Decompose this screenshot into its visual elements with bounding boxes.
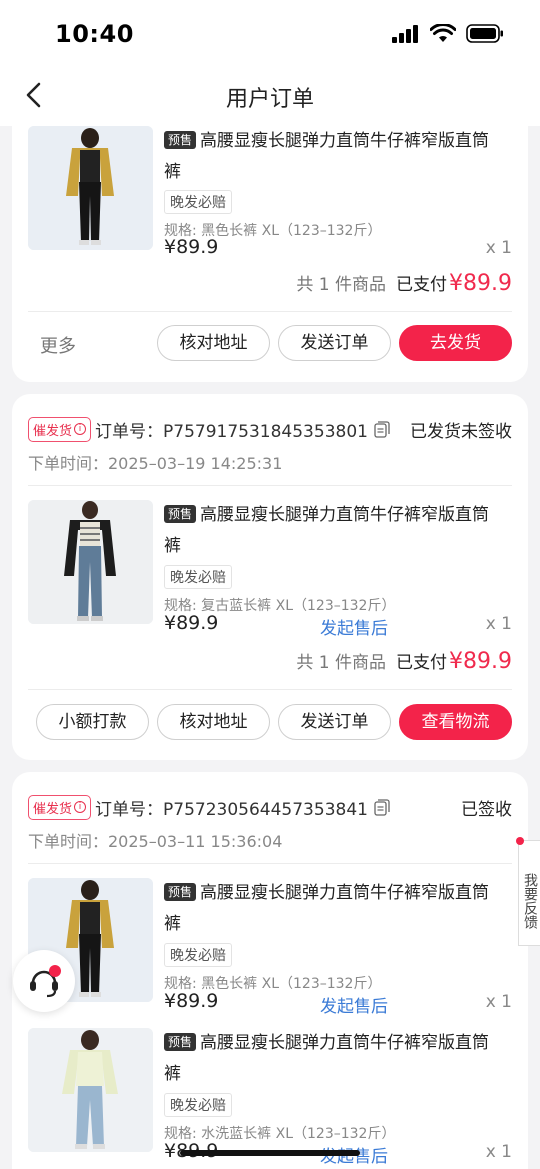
product-title[interactable]: 预售 高腰显瘦长腿弹力直筒牛仔裤窄版直筒裤 (164, 500, 504, 562)
product-qty: x 1 (485, 1142, 512, 1162)
feedback-tab[interactable]: 我要反馈 (518, 840, 540, 946)
product-title[interactable]: 预售 高腰显瘦长腿弹力直筒牛仔裤窄版直筒裤 (164, 1028, 504, 1090)
paid-label: 已支付 (396, 653, 448, 673)
product-price: ¥89.9 (164, 236, 219, 258)
order-time: 下单时间：2025–03–19 14:25:31 (28, 454, 283, 473)
status-bar: 10:40 (0, 0, 540, 66)
product-price: ¥89.9 (164, 990, 219, 1012)
order-actions: 小额打款 核对地址 发送订单 查看物流 (28, 704, 512, 740)
product-qty: x 1 (485, 614, 512, 634)
paid-label: 已支付 (396, 275, 448, 295)
presale-badge: 预售 (164, 883, 197, 901)
urge-shipping-tag[interactable]: 催发货 i (28, 416, 92, 442)
late-ship-guarantee-tag: 晚发必赔 (164, 1093, 232, 1117)
product-qty: x 1 (485, 992, 512, 1012)
product-qty: x 1 (485, 238, 512, 258)
page-title: 用户订单 (225, 87, 314, 112)
order-actions: 更多 核对地址 发送订单 去发货 (28, 325, 512, 361)
paid-total: ¥89.9 (449, 271, 512, 296)
verify-address-button[interactable]: 核对地址 (157, 325, 270, 361)
order-summary: 共 1 件商品 已支付 ¥89.9 (296, 648, 512, 674)
product-title[interactable]: 预售 高腰显瘦长腿弹力直筒牛仔裤窄版直筒裤 (164, 878, 504, 940)
late-ship-guarantee-tag: 晚发必赔 (164, 565, 232, 589)
product-title[interactable]: 预售 高腰显瘦长腿弹力直筒牛仔裤窄版直筒裤 (164, 126, 504, 188)
customer-service-button[interactable] (13, 950, 75, 1012)
order-time: 下单时间：2025–03–11 15:36:04 (28, 832, 283, 851)
send-order-button[interactable]: 发送订单 (278, 704, 391, 740)
copy-icon[interactable] (374, 798, 390, 816)
divider (28, 311, 512, 312)
nav-bar: 用户订单 (0, 66, 540, 126)
order-card: 催发货 i 订单号：P757917531845353801 已发货未签收 下单时间… (12, 394, 528, 760)
after-sales-link[interactable]: 发起售后 (320, 614, 388, 639)
presale-badge: 预售 (164, 1033, 197, 1051)
divider (28, 863, 512, 864)
order-number: 订单号：P757230564457353841 (95, 799, 368, 820)
order-status: 已发货未签收 (410, 421, 512, 442)
late-ship-guarantee-tag: 晚发必赔 (164, 190, 232, 214)
product-image[interactable] (28, 126, 153, 250)
product-item[interactable]: 预售 高腰显瘦长腿弹力直筒牛仔裤窄版直筒裤 晚发必赔 规格: 黑色长裤 XL（12… (28, 126, 512, 258)
order-summary: 共 1 件商品 已支付 ¥89.9 (296, 270, 512, 296)
item-count: 共 1 件商品 (296, 653, 387, 673)
info-icon: i (74, 423, 87, 435)
send-order-button[interactable]: 发送订单 (278, 325, 391, 361)
product-price: ¥89.9 (164, 612, 219, 634)
view-logistics-button[interactable]: 查看物流 (399, 704, 512, 740)
order-header: 催发货 i 订单号：P757230564457353841 已签收 (28, 792, 512, 822)
home-indicator (180, 1150, 360, 1156)
info-icon: i (74, 801, 87, 813)
cellular-signal-icon (392, 24, 418, 43)
ship-now-button[interactable]: 去发货 (399, 325, 512, 361)
headset-icon (30, 965, 61, 998)
order-card: 催发货 i 订单号：P757230564457353841 已签收 下单时间：20… (12, 772, 528, 1169)
product-item[interactable]: 预售 高腰显瘦长腿弹力直筒牛仔裤窄版直筒裤 晚发必赔 规格: 水洗蓝长裤 XL（1… (28, 1028, 512, 1167)
status-icons (392, 24, 504, 43)
status-time: 10:40 (55, 20, 134, 48)
order-status: 已签收 (461, 799, 512, 820)
paid-total: ¥89.9 (449, 649, 512, 674)
battery-icon (466, 24, 503, 43)
order-list[interactable]: 预售 高腰显瘦长腿弹力直筒牛仔裤窄版直筒裤 晚发必赔 规格: 黑色长裤 XL（12… (0, 126, 540, 1169)
product-item[interactable]: 预售 高腰显瘦长腿弹力直筒牛仔裤窄版直筒裤 晚发必赔 规格: 黑色长裤 XL（12… (28, 878, 512, 1017)
copy-icon[interactable] (374, 420, 390, 438)
order-header: 催发货 i 订单号：P757917531845353801 已发货未签收 (28, 414, 512, 444)
more-button[interactable]: 更多 (40, 332, 76, 358)
urge-shipping-tag[interactable]: 催发货 i (28, 794, 92, 820)
order-card: 预售 高腰显瘦长腿弹力直筒牛仔裤窄版直筒裤 晚发必赔 规格: 黑色长裤 XL（12… (12, 126, 528, 382)
presale-badge: 预售 (164, 131, 197, 149)
product-item[interactable]: 预售 高腰显瘦长腿弹力直筒牛仔裤窄版直筒裤 晚发必赔 规格: 复古蓝长裤 XL（1… (28, 500, 512, 639)
presale-badge: 预售 (164, 505, 197, 523)
order-number: 订单号：P757917531845353801 (95, 421, 368, 442)
feedback-notification-dot (516, 837, 524, 845)
late-ship-guarantee-tag: 晚发必赔 (164, 943, 232, 967)
wifi-icon (430, 24, 456, 42)
after-sales-link[interactable]: 发起售后 (320, 992, 388, 1017)
product-image[interactable] (28, 1028, 153, 1152)
product-image[interactable] (28, 500, 153, 624)
verify-address-button[interactable]: 核对地址 (157, 704, 270, 740)
divider (28, 689, 512, 690)
divider (28, 485, 512, 486)
item-count: 共 1 件商品 (296, 275, 387, 295)
small-payment-button[interactable]: 小额打款 (36, 704, 149, 740)
